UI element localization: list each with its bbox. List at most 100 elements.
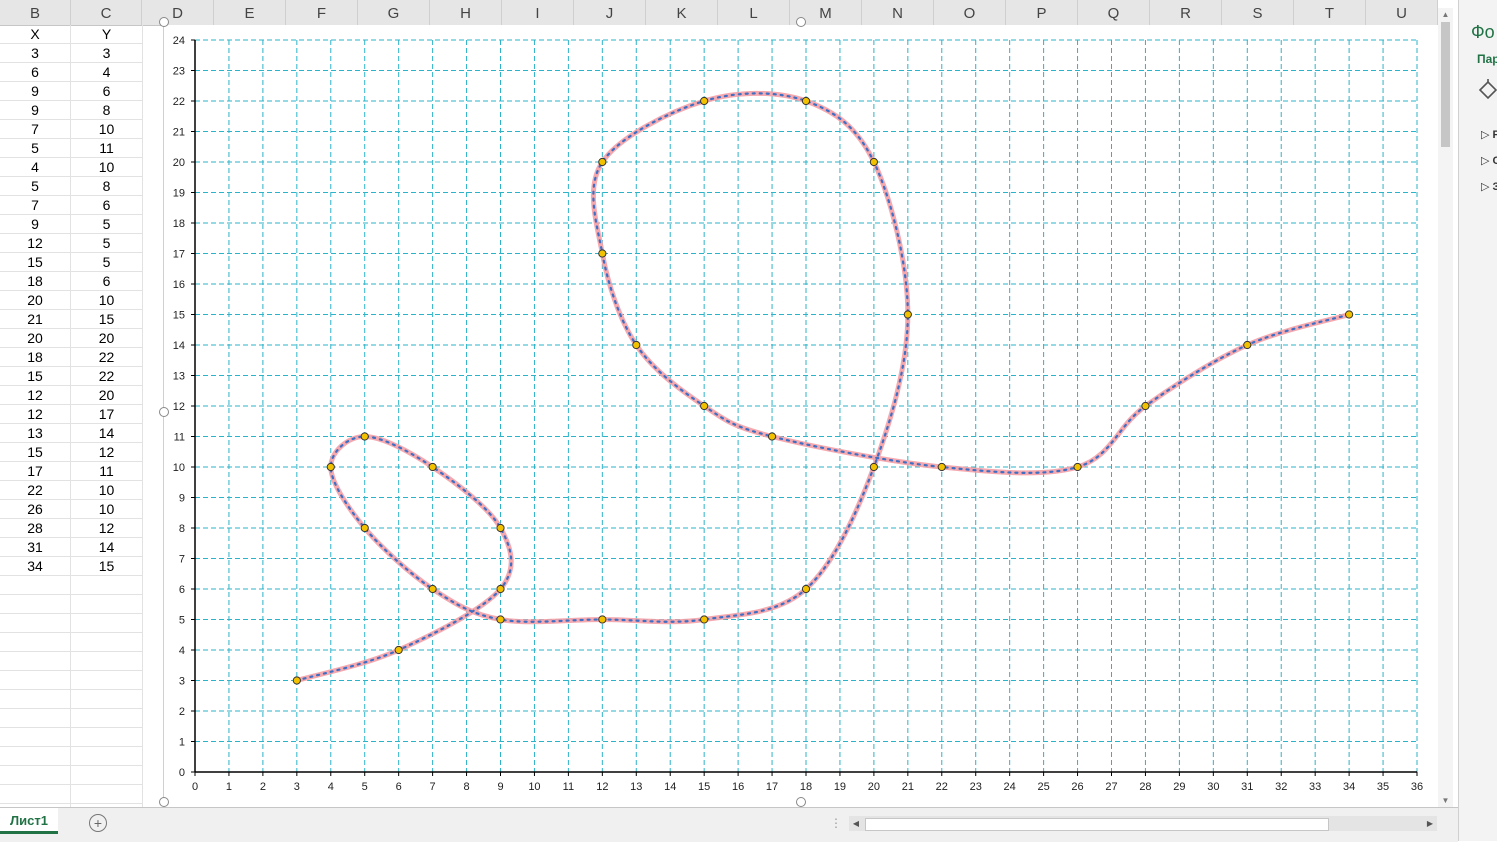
data-cell[interactable]: 18 xyxy=(0,348,70,367)
column-header[interactable]: B xyxy=(0,0,71,25)
data-cell[interactable]: 18 xyxy=(0,272,70,291)
column-header[interactable]: R xyxy=(1150,0,1222,25)
column-header[interactable]: Q xyxy=(1078,0,1150,25)
data-cell[interactable]: 12 xyxy=(71,443,142,462)
column-header[interactable]: L xyxy=(718,0,790,25)
column-header[interactable]: K xyxy=(646,0,718,25)
tab-splitter-icon[interactable]: ⋮ xyxy=(830,816,842,830)
header-cell[interactable]: Y xyxy=(71,25,142,44)
data-cell[interactable]: 31 xyxy=(0,538,70,557)
chart-area[interactable]: 0 1 2 3 4 5 6 7 8 9 10 11 12 13 14 15 16 17 18 19 20 21 22 23 24… xyxy=(159,17,1439,807)
data-cell[interactable]: 14 xyxy=(71,424,142,443)
column-header[interactable]: P xyxy=(1006,0,1078,25)
column-header[interactable]: S xyxy=(1222,0,1294,25)
data-cell[interactable]: 3 xyxy=(0,44,70,63)
header-cell[interactable]: X xyxy=(0,25,70,44)
data-cell[interactable]: 8 xyxy=(71,177,142,196)
data-cell[interactable]: 20 xyxy=(71,386,142,405)
scroll-up-icon[interactable]: ▲ xyxy=(1440,10,1451,20)
resize-handle[interactable] xyxy=(159,407,169,417)
data-cell[interactable]: 9 xyxy=(0,82,70,101)
resize-handle[interactable] xyxy=(796,17,806,27)
data-cell[interactable]: 3 xyxy=(71,44,142,63)
data-cell[interactable]: 4 xyxy=(71,63,142,82)
data-cell[interactable]: 11 xyxy=(71,462,142,481)
data-cell[interactable]: 6 xyxy=(71,196,142,215)
data-cell[interactable]: 10 xyxy=(71,120,142,139)
column-header[interactable]: G xyxy=(358,0,430,25)
data-cell[interactable]: 6 xyxy=(71,82,142,101)
data-cell[interactable]: 9 xyxy=(0,101,70,120)
column-header[interactable]: O xyxy=(934,0,1006,25)
data-cell[interactable]: 10 xyxy=(71,500,142,519)
data-cell[interactable]: 13 xyxy=(0,424,70,443)
data-cell[interactable]: 5 xyxy=(0,177,70,196)
data-cell[interactable]: 15 xyxy=(0,443,70,462)
data-cell[interactable]: 12 xyxy=(0,405,70,424)
data-cell[interactable]: 12 xyxy=(0,234,70,253)
data-cell[interactable]: 22 xyxy=(71,348,142,367)
data-cell[interactable]: 4 xyxy=(0,158,70,177)
column-header[interactable]: U xyxy=(1366,0,1438,25)
data-cell[interactable]: 11 xyxy=(71,139,142,158)
data-cell[interactable]: 21 xyxy=(0,310,70,329)
data-cell[interactable]: 6 xyxy=(71,272,142,291)
data-cell[interactable]: 34 xyxy=(0,557,70,576)
data-cell[interactable]: 6 xyxy=(0,63,70,82)
scroll-thumb[interactable] xyxy=(1441,22,1450,147)
column-header[interactable]: F xyxy=(286,0,358,25)
scroll-left-icon[interactable]: ◀ xyxy=(849,816,863,831)
column-header[interactable]: T xyxy=(1294,0,1366,25)
resize-handle[interactable] xyxy=(159,797,169,807)
format-pane-item[interactable]: ▷ F xyxy=(1481,128,1497,141)
resize-handle[interactable] xyxy=(796,797,806,807)
scatter-chart[interactable]: 0 1 2 3 4 5 6 7 8 9 10 11 12 13 14 15 16 17 18 19 20 21 22 23 24… xyxy=(164,25,1439,802)
column-header[interactable]: I xyxy=(502,0,574,25)
data-cell[interactable]: 20 xyxy=(71,329,142,348)
data-cell[interactable]: 8 xyxy=(71,101,142,120)
data-cell[interactable]: 17 xyxy=(0,462,70,481)
data-cell[interactable]: 10 xyxy=(71,481,142,500)
format-pane-item[interactable]: ▷ З xyxy=(1481,180,1497,193)
scroll-thumb[interactable] xyxy=(865,818,1329,831)
data-cell[interactable]: 28 xyxy=(0,519,70,538)
column-header[interactable]: E xyxy=(214,0,286,25)
plus-circle-icon[interactable]: + xyxy=(89,814,107,832)
column-header[interactable]: N xyxy=(862,0,934,25)
data-cell[interactable]: 7 xyxy=(0,120,70,139)
horizontal-scrollbar[interactable]: ◀ ▶ xyxy=(849,816,1437,831)
scroll-down-icon[interactable]: ▼ xyxy=(1440,796,1451,806)
scroll-right-icon[interactable]: ▶ xyxy=(1423,816,1437,831)
data-cell[interactable]: 5 xyxy=(71,253,142,272)
resize-handle[interactable] xyxy=(159,17,169,27)
data-cell[interactable]: 20 xyxy=(0,291,70,310)
data-cell[interactable]: 5 xyxy=(71,234,142,253)
data-cell[interactable]: 10 xyxy=(71,158,142,177)
data-cell[interactable]: 22 xyxy=(71,367,142,386)
data-cell[interactable]: 15 xyxy=(71,310,142,329)
vertical-scrollbar[interactable]: ▲ ▼ xyxy=(1438,8,1453,808)
fill-bucket-icon[interactable] xyxy=(1477,78,1497,102)
data-cell[interactable]: 10 xyxy=(71,291,142,310)
data-cell[interactable]: 15 xyxy=(0,367,70,386)
column-header[interactable]: J xyxy=(574,0,646,25)
data-cell[interactable]: 17 xyxy=(71,405,142,424)
data-cell[interactable]: 14 xyxy=(71,538,142,557)
column-header[interactable]: C xyxy=(71,0,142,25)
data-cell[interactable]: 15 xyxy=(0,253,70,272)
data-cell[interactable]: 22 xyxy=(0,481,70,500)
data-cell[interactable]: 20 xyxy=(0,329,70,348)
format-pane-item[interactable]: ▷ C xyxy=(1481,154,1497,167)
format-pane-subtitle[interactable]: Пар xyxy=(1477,52,1497,66)
data-cell[interactable]: 26 xyxy=(0,500,70,519)
sheet-tab-active[interactable]: Лист1 xyxy=(0,808,58,834)
data-cell[interactable]: 7 xyxy=(0,196,70,215)
data-cell[interactable]: 9 xyxy=(0,215,70,234)
data-cell[interactable]: 15 xyxy=(71,557,142,576)
column-header[interactable]: H xyxy=(430,0,502,25)
column-header[interactable]: D xyxy=(142,0,214,25)
data-cell[interactable]: 12 xyxy=(0,386,70,405)
data-cell[interactable]: 12 xyxy=(71,519,142,538)
data-cell[interactable]: 5 xyxy=(71,215,142,234)
data-cell[interactable]: 5 xyxy=(0,139,70,158)
